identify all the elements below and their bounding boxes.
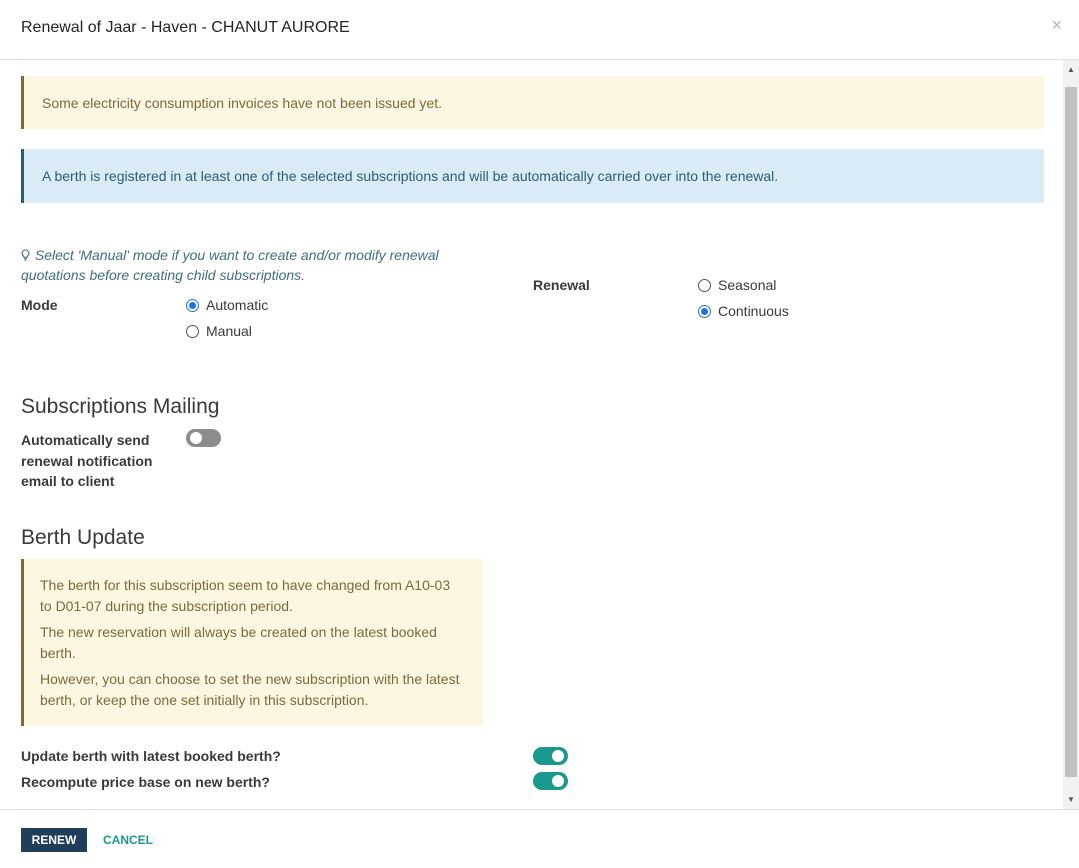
renewal-option-seasonal[interactable]: Seasonal [698, 277, 776, 293]
manual-mode-hint: Select 'Manual' mode if you want to crea… [21, 245, 481, 285]
warning-alert-text: Some electricity consumption invoices ha… [42, 95, 442, 111]
scrollbar-thumb[interactable] [1065, 87, 1077, 777]
berth-change-notice: The berth for this subscription seem to … [21, 559, 483, 726]
berth-notice-paragraph: However, you can choose to set the new s… [40, 671, 460, 708]
radio-checked-icon[interactable] [698, 304, 711, 318]
close-icon[interactable]: × [1051, 15, 1062, 35]
electricity-warning-alert: Some electricity consumption invoices ha… [21, 76, 1044, 129]
info-alert-text: A berth is registered in at least one of… [42, 168, 779, 184]
scroll-up-arrow-icon[interactable]: ▲ [1067, 65, 1075, 74]
renewal-option-label: Continuous [718, 303, 789, 319]
radio-unchecked-icon[interactable] [186, 324, 199, 338]
vertical-scrollbar[interactable]: ▲ ▼ [1063, 60, 1079, 809]
renewal-dialog: Renewal of Jaar - Haven - CHANUT AURORE … [0, 0, 1079, 868]
update-berth-toggle[interactable] [533, 747, 568, 765]
auto-send-toggle[interactable] [186, 429, 221, 447]
cancel-button[interactable]: CANCEL [103, 828, 153, 852]
subscriptions-mailing-title: Subscriptions Mailing [21, 395, 220, 418]
mode-option-label: Automatic [206, 297, 269, 313]
toggle-knob [552, 750, 564, 762]
dialog-header: Renewal of Jaar - Haven - CHANUT AURORE … [0, 0, 1079, 60]
renewal-label: Renewal [533, 277, 590, 293]
scroll-down-arrow-icon[interactable]: ▼ [1067, 795, 1075, 804]
auto-send-label: Automatically send renewal notification … [21, 432, 153, 489]
hint-text: Select 'Manual' mode if you want to crea… [21, 247, 439, 283]
dialog-title: Renewal of Jaar - Haven - CHANUT AURORE [21, 19, 350, 36]
renewal-option-continuous[interactable]: Continuous [698, 303, 789, 319]
renewal-option-label: Seasonal [718, 277, 777, 293]
recompute-price-label: Recompute price base on new berth? [21, 774, 270, 790]
update-berth-label: Update berth with latest booked berth? [21, 748, 281, 764]
renew-button[interactable]: RENEW [21, 828, 87, 852]
mode-option-label: Manual [206, 323, 252, 339]
mode-label: Mode [21, 297, 58, 313]
dialog-footer: RENEW CANCEL [0, 809, 1079, 868]
mode-option-automatic[interactable]: Automatic [186, 297, 268, 313]
radio-checked-icon[interactable] [186, 298, 199, 312]
toggle-knob [552, 775, 564, 787]
berth-info-alert: A berth is registered in at least one of… [21, 149, 1044, 203]
mode-option-manual[interactable]: Manual [186, 323, 252, 339]
radio-unchecked-icon[interactable] [698, 278, 711, 292]
toggle-knob [190, 432, 202, 444]
lightbulb-icon [21, 245, 31, 265]
berth-update-title: Berth Update [21, 526, 145, 549]
berth-notice-paragraph: The berth for this subscription seem to … [40, 577, 451, 614]
berth-notice-paragraph: The new reservation will always be creat… [40, 624, 437, 661]
recompute-price-toggle[interactable] [533, 772, 568, 790]
